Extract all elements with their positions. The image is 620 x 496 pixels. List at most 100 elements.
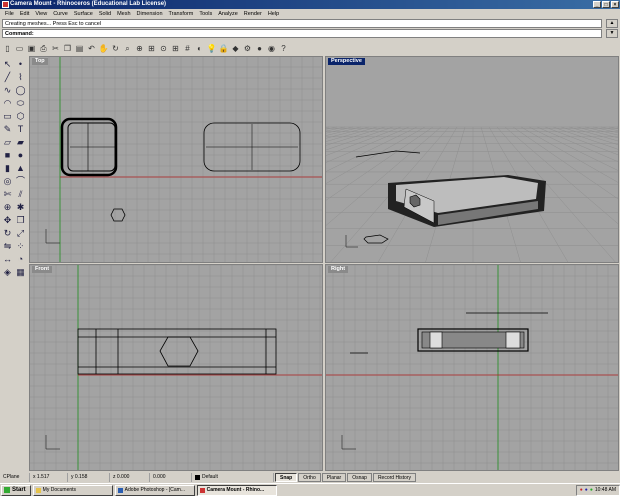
box-icon[interactable]: ■: [1, 149, 14, 162]
menu-edit[interactable]: Edit: [17, 11, 32, 17]
status-toggle-record-history[interactable]: Record History: [372, 472, 417, 482]
viewport-front[interactable]: Front: [29, 264, 323, 471]
select-icon[interactable]: ↖: [1, 58, 14, 71]
circle-icon[interactable]: ◯: [14, 84, 27, 97]
properties-icon[interactable]: ⚙: [242, 43, 253, 54]
status-toggle-planar[interactable]: Planar: [321, 472, 347, 482]
print-icon[interactable]: ⎙: [38, 43, 49, 54]
rotate-icon[interactable]: ↻: [1, 227, 14, 240]
explode-icon[interactable]: ✱: [14, 201, 27, 214]
zoom-selected-icon[interactable]: ⊙: [158, 43, 169, 54]
scale-icon[interactable]: ⤢: [14, 227, 27, 240]
cut-icon[interactable]: ✂: [50, 43, 61, 54]
viewport-perspective[interactable]: Perspective: [325, 56, 619, 263]
show-icon[interactable]: 💡: [206, 43, 217, 54]
new-icon[interactable]: ▯: [2, 43, 13, 54]
arc-icon[interactable]: ◠: [1, 97, 14, 110]
cylinder-icon[interactable]: ▮: [1, 162, 14, 175]
taskbar-item[interactable]: Camera Mount - Rhino...: [196, 484, 277, 496]
hide-icon[interactable]: ◐: [194, 43, 205, 54]
extrude-icon[interactable]: ▰: [14, 136, 27, 149]
curve-icon[interactable]: ∿: [1, 84, 14, 97]
point-icon[interactable]: •: [14, 58, 27, 71]
command-dropdown-icon[interactable]: ▼: [606, 29, 618, 38]
viewport-top[interactable]: Top: [29, 56, 323, 263]
four-viewports-icon[interactable]: ⊞: [170, 43, 181, 54]
tray-icon[interactable]: ●: [590, 487, 593, 493]
mirror-icon[interactable]: ⇋: [1, 240, 14, 253]
front-viewport-canvas: [30, 265, 322, 470]
maximize-button[interactable]: □: [602, 1, 610, 8]
menu-mesh[interactable]: Mesh: [114, 11, 133, 17]
zoom-window-icon[interactable]: ⊕: [134, 43, 145, 54]
text-icon[interactable]: T: [14, 123, 27, 136]
undo-icon[interactable]: ↶: [86, 43, 97, 54]
cone-icon[interactable]: ▲: [14, 162, 27, 175]
split-icon[interactable]: ⫽: [14, 188, 27, 201]
viewport-label-front[interactable]: Front: [32, 266, 53, 273]
tray-icon[interactable]: ●: [580, 487, 583, 493]
grid-icon[interactable]: #: [182, 43, 193, 54]
fillet-icon[interactable]: ⌒: [14, 175, 27, 188]
menu-curve[interactable]: Curve: [50, 11, 71, 17]
viewport-label-perspective[interactable]: Perspective: [328, 58, 365, 65]
menu-help[interactable]: Help: [265, 11, 282, 17]
menu-analyze[interactable]: Analyze: [215, 11, 241, 17]
viewport-label-right[interactable]: Right: [328, 266, 349, 273]
layer-icon[interactable]: ◆: [230, 43, 241, 54]
minimize-button[interactable]: _: [593, 1, 601, 8]
copy-transform-icon[interactable]: ❐: [14, 214, 27, 227]
zoom-icon[interactable]: ⌕: [122, 43, 133, 54]
layer-panel[interactable]: Default: [192, 472, 274, 482]
polygon-icon[interactable]: ⬡: [14, 110, 27, 123]
menu-dimension[interactable]: Dimension: [134, 11, 166, 17]
polyline-icon[interactable]: ⌇: [14, 71, 27, 84]
menu-surface[interactable]: Surface: [71, 11, 96, 17]
status-toggle-ortho[interactable]: Ortho: [298, 472, 321, 482]
mesh-icon[interactable]: ▦: [14, 266, 27, 279]
ellipse-icon[interactable]: ⬭: [14, 97, 27, 110]
menu-render[interactable]: Render: [241, 11, 265, 17]
start-button[interactable]: Start: [1, 484, 31, 496]
sphere-icon[interactable]: ●: [14, 149, 27, 162]
status-toggle-osnap[interactable]: Osnap: [347, 472, 372, 482]
render-icon[interactable]: ●: [254, 43, 265, 54]
command-input[interactable]: Command:: [2, 29, 602, 38]
viewport-label-top[interactable]: Top: [32, 58, 48, 65]
menu-file[interactable]: File: [2, 11, 17, 17]
join-icon[interactable]: ⊕: [1, 201, 14, 214]
trim-icon[interactable]: ✄: [1, 188, 14, 201]
surface-icon[interactable]: ▱: [1, 136, 14, 149]
menu-transform[interactable]: Transform: [166, 11, 197, 17]
viewport-right[interactable]: Right: [325, 264, 619, 471]
menu-solid[interactable]: Solid: [96, 11, 114, 17]
rectangle-icon[interactable]: ▭: [1, 110, 14, 123]
torus-icon[interactable]: ◎: [1, 175, 14, 188]
copy-icon[interactable]: ❐: [62, 43, 73, 54]
line-icon[interactable]: ╱: [1, 71, 14, 84]
freeform-icon[interactable]: ✎: [1, 123, 14, 136]
lock-icon[interactable]: 🔒: [218, 43, 229, 54]
menu-tools[interactable]: Tools: [196, 11, 215, 17]
taskbar-item[interactable]: Adobe Photoshop - [Cam...: [114, 484, 195, 496]
tray-icon[interactable]: ●: [585, 487, 588, 493]
history-scroll-arrow-icon[interactable]: ▲: [606, 19, 618, 28]
menu-view[interactable]: View: [32, 11, 50, 17]
help-icon[interactable]: ?: [278, 43, 289, 54]
array-icon[interactable]: ⁘: [14, 240, 27, 253]
render-tool-icon[interactable]: ◈: [1, 266, 14, 279]
cplane-label[interactable]: CPlane: [0, 472, 30, 482]
taskbar-item[interactable]: My Documents: [32, 484, 113, 496]
pan-icon[interactable]: ✋: [98, 43, 109, 54]
move-icon[interactable]: ✥: [1, 214, 14, 227]
material-icon[interactable]: ◉: [266, 43, 277, 54]
analyze-icon[interactable]: ◔: [14, 253, 27, 266]
zoom-extents-icon[interactable]: ⊞: [146, 43, 157, 54]
open-icon[interactable]: ▭: [14, 43, 25, 54]
rotate-view-icon[interactable]: ↻: [110, 43, 121, 54]
save-icon[interactable]: ▣: [26, 43, 37, 54]
dimension-icon[interactable]: ↔: [1, 253, 14, 266]
paste-icon[interactable]: ▤: [74, 43, 85, 54]
close-button[interactable]: ×: [611, 1, 619, 8]
status-toggle-snap[interactable]: Snap: [275, 472, 298, 482]
